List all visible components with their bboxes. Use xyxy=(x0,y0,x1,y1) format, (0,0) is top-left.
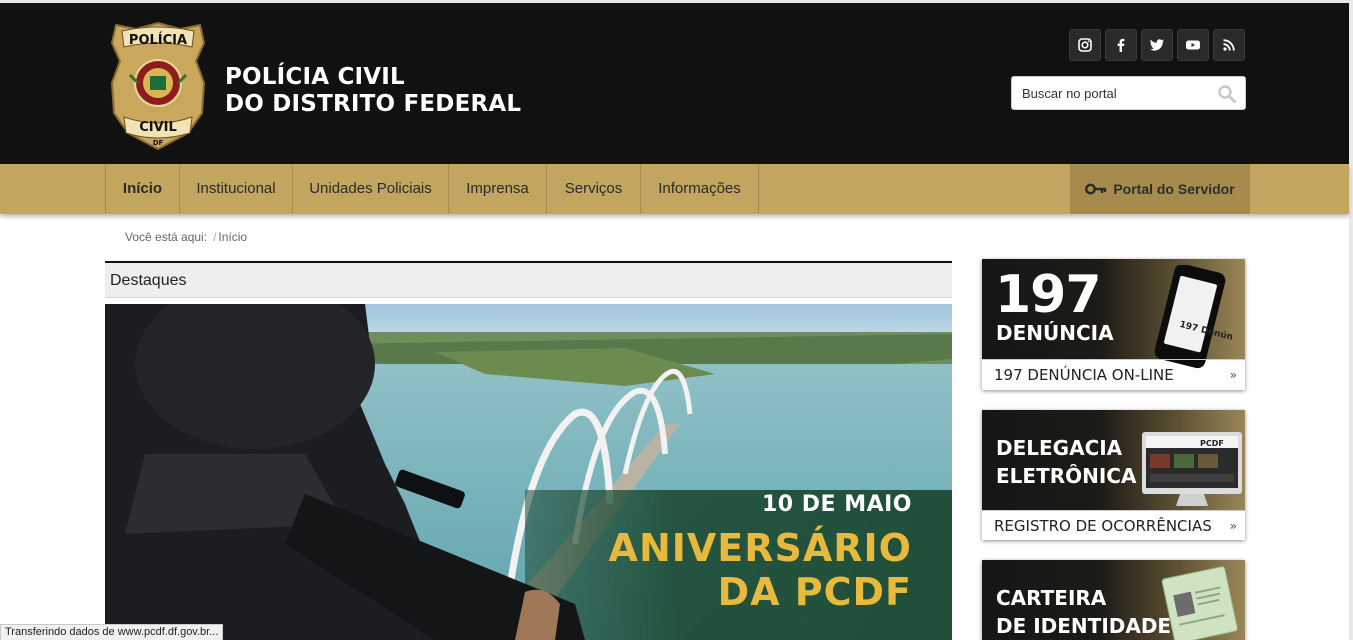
chevron-right-icon: » xyxy=(1229,518,1237,533)
card-delegacia-line2: ELETRÔNICA xyxy=(996,464,1137,488)
search-icon[interactable] xyxy=(1217,84,1237,104)
card-197-number: 197 xyxy=(995,265,1102,325)
nav-item-imprensa[interactable]: Imprensa xyxy=(449,164,547,214)
site-header: POLÍCIA CIVIL DF POLÍCIA CIVIL DO DISTRI… xyxy=(0,0,1353,164)
main-nav: Início Institucional Unidades Policiais … xyxy=(0,164,1349,214)
badge-top-text: POLÍCIA xyxy=(129,32,187,48)
nav-item-institucional[interactable]: Institucional xyxy=(180,164,293,214)
site-title[interactable]: POLÍCIA CIVIL DO DISTRITO FEDERAL xyxy=(225,64,521,118)
breadcrumb-current[interactable]: Início xyxy=(218,230,247,244)
slide-date: 10 DE MAIO xyxy=(761,492,912,517)
portal-servidor-button[interactable]: Portal do Servidor xyxy=(1070,164,1250,214)
card-197-banner: 197 DENÚNCIA 197 Denúncia xyxy=(982,259,1245,369)
youtube-icon xyxy=(1186,40,1200,50)
site-title-line1: POLÍCIA CIVIL xyxy=(225,64,405,90)
window-edge xyxy=(1349,0,1353,640)
card-carteira-title: CARTEIRA DE IDENTIDADE xyxy=(996,584,1171,640)
breadcrumb-prefix: Você está aqui: xyxy=(125,230,208,244)
card-delegacia-title: DELEGACIA ELETRÔNICA xyxy=(996,434,1136,490)
youtube-link[interactable] xyxy=(1177,29,1209,61)
nav-item-servicos[interactable]: Serviços xyxy=(547,164,641,214)
card-delegacia-link-label: REGISTRO DE OCORRÊNCIAS xyxy=(994,516,1212,535)
card-197-label: DENÚNCIA xyxy=(996,321,1114,345)
monitor-icon: PCDF xyxy=(1142,432,1242,506)
card-delegacia-link[interactable]: REGISTRO DE OCORRÊNCIAS » xyxy=(982,510,1245,540)
id-card-icon xyxy=(1161,566,1238,640)
search-box xyxy=(1011,76,1246,110)
breadcrumb: Você está aqui: / Início xyxy=(125,230,247,244)
search-input[interactable] xyxy=(1012,77,1212,109)
key-icon xyxy=(1085,183,1107,195)
card-carteira-banner: CARTEIRA DE IDENTIDADE xyxy=(982,560,1245,640)
rss-link[interactable] xyxy=(1213,29,1245,61)
site-title-line2: DO DISTRITO FEDERAL xyxy=(225,91,522,117)
nav-item-unidades-policiais[interactable]: Unidades Policiais xyxy=(293,164,449,214)
badge-bottom-text: CIVIL xyxy=(139,120,177,135)
slide-title-line1: ANIVERSÁRIO xyxy=(608,526,912,570)
destaques-heading: Destaques xyxy=(110,272,187,289)
card-197-denuncia[interactable]: 197 DENÚNCIA 197 Denúncia 197 DENÚNCIA O… xyxy=(982,259,1245,390)
smartphone-icon: 197 Denúncia xyxy=(1154,265,1232,369)
pcdf-badge-logo[interactable]: POLÍCIA CIVIL DF xyxy=(108,21,208,151)
instagram-icon xyxy=(1078,38,1092,52)
card-carteira-identidade[interactable]: CARTEIRA DE IDENTIDADE xyxy=(982,560,1245,640)
badge-tag-text: DF xyxy=(153,139,164,147)
card-delegacia-banner: DELEGACIA ELETRÔNICA PCDF xyxy=(982,410,1245,510)
slide-title: ANIVERSÁRIO DA PCDF xyxy=(609,526,912,614)
twitter-link[interactable] xyxy=(1141,29,1173,61)
browser-status-bar: Transferindo dados de www.pcdf.df.gov.br… xyxy=(0,624,224,640)
card-delegacia-eletronica[interactable]: DELEGACIA ELETRÔNICA PCDF REGISTRO DE OC… xyxy=(982,410,1245,540)
breadcrumb-separator: / xyxy=(213,230,217,244)
chevron-right-icon: » xyxy=(1229,367,1237,382)
card-delegacia-line1: DELEGACIA xyxy=(996,436,1123,460)
featured-slide[interactable]: 10 DE MAIO ANIVERSÁRIO DA PCDF xyxy=(105,304,952,640)
destaques-header: Destaques xyxy=(105,261,952,298)
monitor-screen-text: PCDF xyxy=(1200,439,1224,448)
slide-title-line2: DA PCDF xyxy=(717,570,912,614)
card-carteira-line1: CARTEIRA xyxy=(996,586,1107,610)
portal-servidor-label: Portal do Servidor xyxy=(1113,181,1235,197)
facebook-icon xyxy=(1117,38,1125,52)
nav-item-inicio[interactable]: Início xyxy=(105,164,180,214)
instagram-link[interactable] xyxy=(1069,29,1101,61)
card-carteira-line2: DE IDENTIDADE xyxy=(996,614,1172,638)
nav-item-informacoes[interactable]: Informações xyxy=(641,164,759,214)
page: POLÍCIA CIVIL DF POLÍCIA CIVIL DO DISTRI… xyxy=(0,0,1353,640)
twitter-icon xyxy=(1150,39,1164,51)
facebook-link[interactable] xyxy=(1105,29,1137,61)
rss-icon xyxy=(1223,39,1235,51)
card-197-link-label: 197 DENÚNCIA ON-LINE xyxy=(994,365,1174,384)
card-197-link[interactable]: 197 DENÚNCIA ON-LINE » xyxy=(982,359,1245,389)
